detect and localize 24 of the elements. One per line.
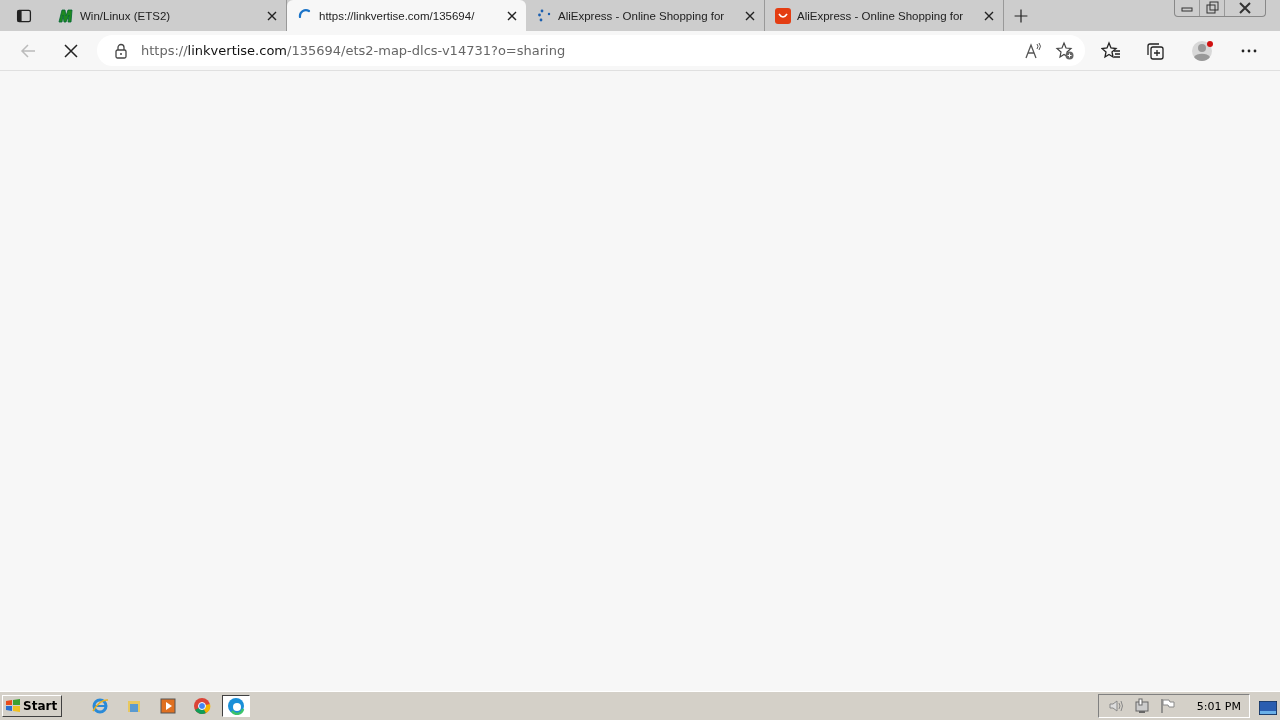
m-logo-icon	[58, 7, 74, 24]
browser-tab[interactable]: https://linkvertise.com/135694/	[287, 0, 526, 31]
windows-logo-icon	[5, 698, 21, 714]
show-desktop-icon[interactable]	[1259, 701, 1277, 715]
network-icon[interactable]	[1132, 698, 1151, 714]
address-bar[interactable]: https://linkvertise.com/135694/ets2-map-dlcs-v14731?o=sharing	[97, 35, 1085, 66]
edge-icon	[227, 697, 246, 715]
clock[interactable]: 5:01 PM	[1196, 699, 1241, 713]
chrome-icon	[193, 697, 212, 715]
read-aloud-icon[interactable]	[1023, 40, 1043, 61]
shopping-bag-icon	[775, 7, 791, 24]
flag-icon[interactable]	[1158, 698, 1177, 714]
collections-icon[interactable]	[1145, 40, 1165, 61]
tab-actions-icon[interactable]	[16, 7, 32, 24]
lock-icon	[113, 42, 129, 59]
media-player-icon	[159, 697, 178, 715]
favorites-icon[interactable]	[1101, 40, 1121, 61]
taskbar-app[interactable]	[222, 695, 251, 717]
add-favorite-icon[interactable]	[1055, 40, 1075, 61]
new-tab-icon[interactable]	[1013, 7, 1029, 24]
start-button[interactable]: Start	[2, 695, 63, 717]
loading-icon	[536, 7, 552, 24]
profile-avatar-icon[interactable]	[1191, 38, 1215, 63]
browser-icon	[91, 697, 110, 715]
